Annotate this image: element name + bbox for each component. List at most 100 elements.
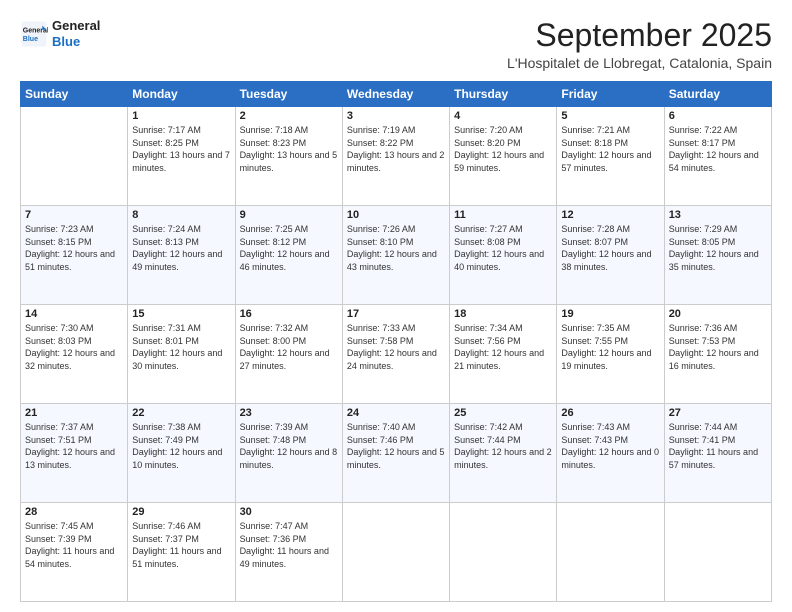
day-number: 1 bbox=[132, 110, 230, 122]
day-info: Sunrise: 7:34 AMSunset: 7:56 PMDaylight:… bbox=[454, 322, 552, 372]
day-info: Sunrise: 7:19 AMSunset: 8:22 PMDaylight:… bbox=[347, 124, 445, 174]
day-number: 8 bbox=[132, 209, 230, 221]
calendar-day-cell: 18 Sunrise: 7:34 AMSunset: 7:56 PMDayligh… bbox=[450, 305, 557, 404]
calendar-day-cell: 28 Sunrise: 7:45 AMSunset: 7:39 PMDayligh… bbox=[21, 503, 128, 602]
day-number: 24 bbox=[347, 407, 445, 419]
day-info: Sunrise: 7:42 AMSunset: 7:44 PMDaylight:… bbox=[454, 421, 552, 471]
weekday-header: Wednesday bbox=[342, 82, 449, 107]
day-number: 11 bbox=[454, 209, 552, 221]
day-number: 30 bbox=[240, 506, 338, 518]
calendar-day-cell: 12Sunrise: 7:28 AMSunset: 8:07 PMDayligh… bbox=[557, 206, 664, 305]
day-info: Sunrise: 7:38 AMSunset: 7:49 PMDaylight:… bbox=[132, 421, 230, 471]
calendar-day-cell: 20 Sunrise: 7:36 AMSunset: 7:53 PMDayligh… bbox=[664, 305, 771, 404]
calendar-week-row: 7Sunrise: 7:23 AMSunset: 8:15 PMDaylight… bbox=[21, 206, 772, 305]
day-info: Sunrise: 7:36 AMSunset: 7:53 PMDaylight:… bbox=[669, 322, 767, 372]
day-info: Sunrise: 7:32 AMSunset: 8:00 PMDaylight:… bbox=[240, 322, 338, 372]
calendar-day-cell: 9Sunrise: 7:25 AMSunset: 8:12 PMDaylight… bbox=[235, 206, 342, 305]
calendar-day-cell: 24 Sunrise: 7:40 AMSunset: 7:46 PMDayligh… bbox=[342, 404, 449, 503]
day-info: Sunrise: 7:39 AMSunset: 7:48 PMDaylight:… bbox=[240, 421, 338, 471]
day-info: Sunrise: 7:29 AMSunset: 8:05 PMDaylight:… bbox=[669, 223, 767, 273]
day-number: 28 bbox=[25, 506, 123, 518]
calendar-day-cell: 27 Sunrise: 7:44 AMSunset: 7:41 PMDayligh… bbox=[664, 404, 771, 503]
day-number: 5 bbox=[561, 110, 659, 122]
logo: General Blue General Blue bbox=[20, 18, 100, 49]
day-info: Sunrise: 7:33 AMSunset: 7:58 PMDaylight:… bbox=[347, 322, 445, 372]
calendar-day-cell: 7Sunrise: 7:23 AMSunset: 8:15 PMDaylight… bbox=[21, 206, 128, 305]
day-number: 22 bbox=[132, 407, 230, 419]
calendar-day-cell bbox=[450, 503, 557, 602]
calendar-day-cell: 2Sunrise: 7:18 AMSunset: 8:23 PMDaylight… bbox=[235, 107, 342, 206]
day-info: Sunrise: 7:22 AMSunset: 8:17 PMDaylight:… bbox=[669, 124, 767, 174]
weekday-header: Tuesday bbox=[235, 82, 342, 107]
weekday-header: Thursday bbox=[450, 82, 557, 107]
calendar-day-cell: 5 Sunrise: 7:21 AMSunset: 8:18 PMDaylight… bbox=[557, 107, 664, 206]
day-number: 3 bbox=[347, 110, 445, 122]
day-number: 20 bbox=[669, 308, 767, 320]
calendar-day-cell: 10 Sunrise: 7:26 AMSunset: 8:10 PMDayligh… bbox=[342, 206, 449, 305]
calendar-week-row: 21 Sunrise: 7:37 AMSunset: 7:51 PMDayligh… bbox=[21, 404, 772, 503]
day-info: Sunrise: 7:40 AMSunset: 7:46 PMDaylight:… bbox=[347, 421, 445, 471]
day-info: Sunrise: 7:37 AMSunset: 7:51 PMDaylight:… bbox=[25, 421, 123, 471]
day-number: 25 bbox=[454, 407, 552, 419]
logo-icon: General Blue bbox=[20, 20, 48, 48]
calendar-day-cell: 19Sunrise: 7:35 AMSunset: 7:55 PMDayligh… bbox=[557, 305, 664, 404]
day-number: 26 bbox=[561, 407, 659, 419]
calendar-day-cell: 23 Sunrise: 7:39 AMSunset: 7:48 PMDayligh… bbox=[235, 404, 342, 503]
logo-line1: General bbox=[52, 18, 100, 34]
day-number: 9 bbox=[240, 209, 338, 221]
calendar-header-row: SundayMondayTuesdayWednesdayThursdayFrid… bbox=[21, 82, 772, 107]
calendar-week-row: 1 Sunrise: 7:17 AMSunset: 8:25 PMDaylight… bbox=[21, 107, 772, 206]
day-number: 10 bbox=[347, 209, 445, 221]
day-info: Sunrise: 7:45 AMSunset: 7:39 PMDaylight:… bbox=[25, 520, 123, 570]
day-info: Sunrise: 7:27 AMSunset: 8:08 PMDaylight:… bbox=[454, 223, 552, 273]
day-info: Sunrise: 7:31 AMSunset: 8:01 PMDaylight:… bbox=[132, 322, 230, 372]
month-title: September 2025 bbox=[507, 18, 772, 53]
day-info: Sunrise: 7:35 AMSunset: 7:55 PMDaylight:… bbox=[561, 322, 659, 372]
svg-text:Blue: Blue bbox=[23, 36, 38, 43]
day-number: 27 bbox=[669, 407, 767, 419]
calendar-day-cell: 14Sunrise: 7:30 AMSunset: 8:03 PMDayligh… bbox=[21, 305, 128, 404]
day-number: 23 bbox=[240, 407, 338, 419]
calendar-week-row: 28 Sunrise: 7:45 AMSunset: 7:39 PMDayligh… bbox=[21, 503, 772, 602]
calendar-day-cell: 26Sunrise: 7:43 AMSunset: 7:43 PMDayligh… bbox=[557, 404, 664, 503]
day-number: 21 bbox=[25, 407, 123, 419]
calendar-table: SundayMondayTuesdayWednesdayThursdayFrid… bbox=[20, 81, 772, 602]
calendar-day-cell: 4Sunrise: 7:20 AMSunset: 8:20 PMDaylight… bbox=[450, 107, 557, 206]
day-info: Sunrise: 7:17 AMSunset: 8:25 PMDaylight:… bbox=[132, 124, 230, 174]
day-number: 18 bbox=[454, 308, 552, 320]
weekday-header: Sunday bbox=[21, 82, 128, 107]
day-info: Sunrise: 7:47 AMSunset: 7:36 PMDaylight:… bbox=[240, 520, 338, 570]
calendar-day-cell bbox=[557, 503, 664, 602]
calendar-day-cell bbox=[664, 503, 771, 602]
day-info: Sunrise: 7:44 AMSunset: 7:41 PMDaylight:… bbox=[669, 421, 767, 471]
calendar-day-cell: 6 Sunrise: 7:22 AMSunset: 8:17 PMDaylight… bbox=[664, 107, 771, 206]
day-number: 29 bbox=[132, 506, 230, 518]
day-number: 4 bbox=[454, 110, 552, 122]
day-info: Sunrise: 7:24 AMSunset: 8:13 PMDaylight:… bbox=[132, 223, 230, 273]
day-info: Sunrise: 7:46 AMSunset: 7:37 PMDaylight:… bbox=[132, 520, 230, 570]
weekday-header: Monday bbox=[128, 82, 235, 107]
calendar-day-cell: 22 Sunrise: 7:38 AMSunset: 7:49 PMDayligh… bbox=[128, 404, 235, 503]
day-info: Sunrise: 7:23 AMSunset: 8:15 PMDaylight:… bbox=[25, 223, 123, 273]
logo-line2: Blue bbox=[52, 34, 100, 50]
page: General Blue General Blue September 2025… bbox=[0, 0, 792, 612]
day-number: 16 bbox=[240, 308, 338, 320]
calendar-day-cell: 29 Sunrise: 7:46 AMSunset: 7:37 PMDayligh… bbox=[128, 503, 235, 602]
day-number: 6 bbox=[669, 110, 767, 122]
day-info: Sunrise: 7:28 AMSunset: 8:07 PMDaylight:… bbox=[561, 223, 659, 273]
calendar-day-cell: 11 Sunrise: 7:27 AMSunset: 8:08 PMDayligh… bbox=[450, 206, 557, 305]
calendar-week-row: 14Sunrise: 7:30 AMSunset: 8:03 PMDayligh… bbox=[21, 305, 772, 404]
day-number: 13 bbox=[669, 209, 767, 221]
weekday-header: Friday bbox=[557, 82, 664, 107]
header: General Blue General Blue September 2025… bbox=[20, 18, 772, 71]
title-block: September 2025 L'Hospitalet de Llobregat… bbox=[507, 18, 772, 71]
calendar-day-cell: 15Sunrise: 7:31 AMSunset: 8:01 PMDayligh… bbox=[128, 305, 235, 404]
calendar-day-cell bbox=[21, 107, 128, 206]
calendar-day-cell: 21 Sunrise: 7:37 AMSunset: 7:51 PMDayligh… bbox=[21, 404, 128, 503]
day-number: 14 bbox=[25, 308, 123, 320]
day-info: Sunrise: 7:21 AMSunset: 8:18 PMDaylight:… bbox=[561, 124, 659, 174]
weekday-header: Saturday bbox=[664, 82, 771, 107]
day-info: Sunrise: 7:26 AMSunset: 8:10 PMDaylight:… bbox=[347, 223, 445, 273]
day-number: 2 bbox=[240, 110, 338, 122]
calendar-day-cell: 25 Sunrise: 7:42 AMSunset: 7:44 PMDayligh… bbox=[450, 404, 557, 503]
